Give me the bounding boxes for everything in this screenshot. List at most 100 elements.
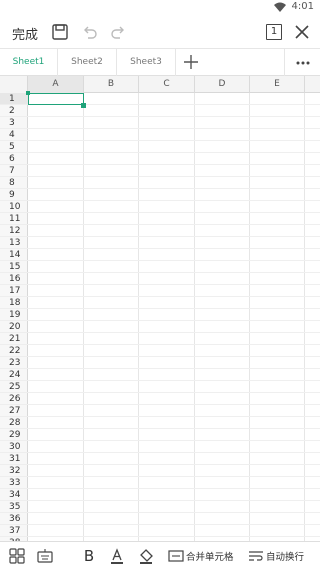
sheet-tabs: Sheet1 Sheet2 Sheet3: [0, 48, 320, 76]
row-header-9[interactable]: 9: [0, 189, 28, 201]
row-header-13[interactable]: 13: [0, 237, 28, 249]
row-header-6[interactable]: 6: [0, 153, 28, 165]
redo-icon[interactable]: [108, 22, 128, 42]
bold-button[interactable]: B: [80, 547, 98, 565]
status-bar: 4:01: [0, 0, 320, 14]
undo-icon[interactable]: [80, 22, 100, 42]
row-divider: [28, 272, 320, 273]
row-header-31[interactable]: 31: [0, 453, 28, 465]
row-header-33[interactable]: 33: [0, 477, 28, 489]
wrap-text-button[interactable]: 自动换行: [248, 547, 318, 565]
cell-area[interactable]: [28, 93, 320, 541]
page-count: 1: [266, 24, 282, 40]
row-divider: [28, 392, 320, 393]
column-divider: [83, 93, 84, 541]
row-divider: [28, 380, 320, 381]
row-header-34[interactable]: 34: [0, 489, 28, 501]
row-header-12[interactable]: 12: [0, 225, 28, 237]
row-divider: [28, 308, 320, 309]
more-button[interactable]: [284, 49, 320, 76]
row-header-7[interactable]: 7: [0, 165, 28, 177]
bold-icon: B: [83, 547, 95, 565]
row-divider: [28, 128, 320, 129]
row-header-28[interactable]: 28: [0, 417, 28, 429]
row-divider: [28, 320, 320, 321]
select-all-corner[interactable]: [0, 76, 28, 93]
row-header-14[interactable]: 14: [0, 249, 28, 261]
row-header-36[interactable]: 36: [0, 513, 28, 525]
row-header-26[interactable]: 26: [0, 393, 28, 405]
merge-cells-button[interactable]: 合并单元格: [168, 547, 238, 565]
row-header-22[interactable]: 22: [0, 345, 28, 357]
row-header-35[interactable]: 35: [0, 501, 28, 513]
top-toolbar: 完成 1: [0, 14, 320, 50]
row-divider: [28, 284, 320, 285]
selected-cell[interactable]: [28, 93, 84, 105]
row-divider: [28, 404, 320, 405]
fill-color-button[interactable]: [137, 547, 155, 565]
wifi-icon: [274, 2, 286, 12]
spreadsheet-grid[interactable]: A B C D E 1 2 3 4 5 6 7 8 9 10 11 12 13 14 15 16 17 18 19 2…: [0, 76, 320, 541]
row-header-11[interactable]: 11: [0, 213, 28, 225]
row-divider: [28, 464, 320, 465]
row-header-8[interactable]: 8: [0, 177, 28, 189]
selection-handle-end[interactable]: [81, 103, 86, 108]
row-header-1[interactable]: 1: [0, 93, 28, 105]
done-button[interactable]: 完成: [12, 24, 38, 43]
row-divider: [28, 356, 320, 357]
row-divider: [28, 212, 320, 213]
column-header-e[interactable]: E: [250, 76, 305, 93]
row-header-23[interactable]: 23: [0, 357, 28, 369]
column-header-a[interactable]: A: [28, 76, 84, 93]
column-header-c[interactable]: C: [139, 76, 195, 93]
row-divider: [28, 488, 320, 489]
status-time: 4:01: [291, 1, 314, 12]
tab-sheet3[interactable]: Sheet3: [117, 49, 176, 76]
row-divider: [28, 344, 320, 345]
row-header-15[interactable]: 15: [0, 261, 28, 273]
row-divider: [28, 260, 320, 261]
row-header-19[interactable]: 19: [0, 309, 28, 321]
add-sheet-icon[interactable]: [182, 53, 200, 71]
row-header-24[interactable]: 24: [0, 369, 28, 381]
row-divider: [28, 224, 320, 225]
row-header-25[interactable]: 25: [0, 381, 28, 393]
row-divider: [28, 236, 320, 237]
row-header-20[interactable]: 20: [0, 321, 28, 333]
row-header-16[interactable]: 16: [0, 273, 28, 285]
row-header-32[interactable]: 32: [0, 465, 28, 477]
row-header-10[interactable]: 10: [0, 201, 28, 213]
row-header-27[interactable]: 27: [0, 405, 28, 417]
column-header-b[interactable]: B: [84, 76, 139, 93]
keyboard-button[interactable]: [36, 547, 54, 565]
save-icon[interactable]: [50, 22, 70, 42]
column-header-d[interactable]: D: [195, 76, 250, 93]
row-divider: [28, 368, 320, 369]
column-header-partial[interactable]: [305, 76, 320, 93]
tab-sheet2[interactable]: Sheet2: [58, 49, 117, 76]
selection-handle-start[interactable]: [26, 91, 30, 95]
page-count-icon[interactable]: 1: [264, 22, 284, 42]
column-divider: [138, 93, 139, 541]
row-header-29[interactable]: 29: [0, 429, 28, 441]
row-header-37[interactable]: 37: [0, 525, 28, 537]
row-header-21[interactable]: 21: [0, 333, 28, 345]
close-icon[interactable]: [292, 22, 312, 42]
row-divider: [28, 428, 320, 429]
merge-cells-label: 合并单元格: [186, 552, 234, 563]
row-header-30[interactable]: 30: [0, 441, 28, 453]
keyboard-icon: [37, 549, 53, 563]
row-header-4[interactable]: 4: [0, 129, 28, 141]
row-header-5[interactable]: 5: [0, 141, 28, 153]
font-color-button[interactable]: [108, 547, 126, 565]
row-header-17[interactable]: 17: [0, 285, 28, 297]
row-divider: [28, 296, 320, 297]
row-divider: [28, 476, 320, 477]
row-header-2[interactable]: 2: [0, 105, 28, 117]
row-divider: [28, 440, 320, 441]
grid-view-button[interactable]: [8, 547, 26, 565]
tab-sheet1[interactable]: Sheet1: [0, 49, 58, 76]
row-header-3[interactable]: 3: [0, 117, 28, 129]
row-header-18[interactable]: 18: [0, 297, 28, 309]
fill-color-icon: [140, 549, 153, 564]
